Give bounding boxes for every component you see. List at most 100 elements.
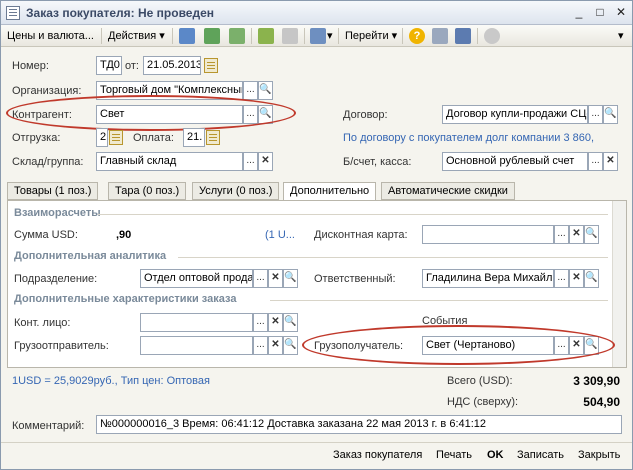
tab-strip: Товары (1 поз.) Тара (0 поз.) Услуги (0 … <box>7 182 627 201</box>
total-value: 3 309,90 <box>573 374 620 388</box>
contract-debt-link[interactable]: По договору с покупателем долг компании … <box>343 132 594 144</box>
account-field[interactable]: Основной рублевый счет <box>442 152 588 171</box>
vat-value: 504,90 <box>583 395 620 409</box>
consignee-highlight-oval <box>302 325 615 365</box>
analytics-section-title: Дополнительная аналитика <box>14 250 167 262</box>
window-title: Заказ покупателя: Не проведен <box>26 6 215 20</box>
settlements-section-title: Взаиморасчеты <box>14 207 101 219</box>
contact-person-field[interactable] <box>140 313 253 332</box>
organization-open-icon[interactable]: 🔍 <box>258 81 273 100</box>
close-window-button[interactable]: ✕ <box>613 5 629 20</box>
toolbar-separator <box>338 28 339 44</box>
order-button[interactable]: Заказ покупателя <box>333 449 422 461</box>
toolbar-separator <box>402 28 403 44</box>
table-icon[interactable] <box>432 28 448 44</box>
refresh-icon[interactable] <box>204 28 220 44</box>
save-button[interactable]: Записать <box>517 449 564 461</box>
responsible-clear-icon[interactable]: ✕ <box>569 269 584 288</box>
warehouse-field[interactable]: Главный склад <box>96 152 243 171</box>
discount-card-field[interactable] <box>422 225 554 244</box>
responsible-select-button[interactable]: ... <box>554 269 569 288</box>
shipper-field[interactable] <box>140 336 253 355</box>
calendar-icon[interactable] <box>204 58 218 73</box>
division-open-icon[interactable]: 🔍 <box>283 269 298 288</box>
division-field[interactable]: Отдел оптовой прода <box>140 269 253 288</box>
warehouse-select-button[interactable]: ... <box>243 152 258 171</box>
order-characteristics-section-title: Дополнительные характеристики заказа <box>14 293 237 305</box>
number-field[interactable]: ТД0 <box>96 56 122 75</box>
clock-icon[interactable] <box>484 28 500 44</box>
contract-open-icon[interactable]: 🔍 <box>603 105 618 124</box>
calendar-icon[interactable] <box>109 130 123 145</box>
print-icon[interactable] <box>282 28 298 44</box>
shipment-label: Отгрузка: <box>12 132 61 144</box>
payment-date-field[interactable]: 21. <box>183 128 205 147</box>
toolbar-separator <box>477 28 478 44</box>
division-label: Подразделение: <box>14 273 98 285</box>
number-label: Номер: <box>12 60 49 72</box>
total-label: Всего (USD): <box>447 375 513 387</box>
tab-containers[interactable]: Тара (0 поз.) <box>108 182 187 200</box>
discount-card-clear-icon[interactable]: ✕ <box>569 225 584 244</box>
goto-menu-button[interactable]: Перейти ▾ <box>345 28 397 44</box>
account-select-button[interactable]: ... <box>588 152 603 171</box>
date-field[interactable]: 21.05.2013 <box>143 56 201 75</box>
discount-card-label: Дисконтная карта: <box>314 229 408 241</box>
contract-select-button[interactable]: ... <box>588 105 603 124</box>
actions-menu-button[interactable]: Действия ▾ <box>108 28 165 44</box>
post-icon[interactable] <box>229 28 245 44</box>
shipment-date-field[interactable]: 2 <box>96 128 108 147</box>
contract-label: Договор: <box>343 109 388 121</box>
minimize-button[interactable]: _ <box>571 5 587 20</box>
print-button[interactable]: Печать <box>436 449 472 461</box>
warehouse-clear-icon[interactable]: ✕ <box>258 152 273 171</box>
structure-icon[interactable] <box>310 28 326 44</box>
organization-select-button[interactable]: ... <box>243 81 258 100</box>
contract-field[interactable]: Договор купли-продажи СЦ- <box>442 105 588 124</box>
chevron-down-icon[interactable]: ▾ <box>327 28 333 44</box>
maximize-button[interactable]: □ <box>592 5 608 20</box>
tab-goods[interactable]: Товары (1 поз.) <box>7 182 99 200</box>
close-button[interactable]: Закрыть <box>578 449 620 461</box>
create-based-icon[interactable] <box>258 28 274 44</box>
tab-additional[interactable]: Дополнительно <box>283 182 377 201</box>
contact-person-label: Конт. лицо: <box>14 317 71 329</box>
contact-person-select-button[interactable]: ... <box>253 313 268 332</box>
shipper-clear-icon[interactable]: ✕ <box>268 336 283 355</box>
shipper-open-icon[interactable]: 🔍 <box>283 336 298 355</box>
prices-currency-button[interactable]: Цены и валюта... <box>7 28 94 44</box>
chevron-down-icon[interactable]: ▾ <box>618 28 624 44</box>
divider <box>270 300 608 301</box>
list-settings-icon[interactable] <box>455 28 471 44</box>
document-icon <box>6 6 20 20</box>
tab-auto-discounts[interactable]: Автоматические скидки <box>381 182 515 200</box>
responsible-open-icon[interactable]: 🔍 <box>584 269 599 288</box>
responsible-label: Ответственный: <box>314 273 396 285</box>
toolbar-separator <box>172 28 173 44</box>
document-window: Заказ покупателя: Не проведен _ □ ✕ Цены… <box>0 0 633 470</box>
account-clear-icon[interactable]: ✕ <box>603 152 618 171</box>
responsible-field[interactable]: Гладилина Вера Михайло <box>422 269 554 288</box>
organization-label: Организация: <box>12 85 82 97</box>
contractor-highlight-oval <box>6 95 296 131</box>
contact-person-clear-icon[interactable]: ✕ <box>268 313 283 332</box>
division-clear-icon[interactable]: ✕ <box>268 269 283 288</box>
tab-services[interactable]: Услуги (0 поз.) <box>192 182 280 200</box>
currency-rate-link[interactable]: 1USD = 25,9029руб., Тип цен: Оптовая <box>12 375 210 387</box>
discount-card-select-button[interactable]: ... <box>554 225 569 244</box>
discount-card-open-icon[interactable]: 🔍 <box>584 225 599 244</box>
exchange-rate-link[interactable]: (1 U... <box>265 229 295 241</box>
ok-button[interactable]: OK <box>487 449 504 461</box>
toolbar-separator <box>251 28 252 44</box>
copy-icon[interactable] <box>179 28 195 44</box>
help-icon[interactable]: ? <box>409 28 425 44</box>
goto-label: Перейти <box>345 30 389 42</box>
title-bar: Заказ покупателя: Не проведен _ □ ✕ <box>1 1 632 25</box>
calendar-icon[interactable] <box>206 130 220 145</box>
payment-label: Оплата: <box>133 132 174 144</box>
shipper-select-button[interactable]: ... <box>253 336 268 355</box>
contact-person-open-icon[interactable]: 🔍 <box>283 313 298 332</box>
chevron-down-icon: ▾ <box>159 30 165 42</box>
division-select-button[interactable]: ... <box>253 269 268 288</box>
comment-field[interactable]: №000000016_3 Время: 06:41:12 Доставка за… <box>96 415 622 434</box>
